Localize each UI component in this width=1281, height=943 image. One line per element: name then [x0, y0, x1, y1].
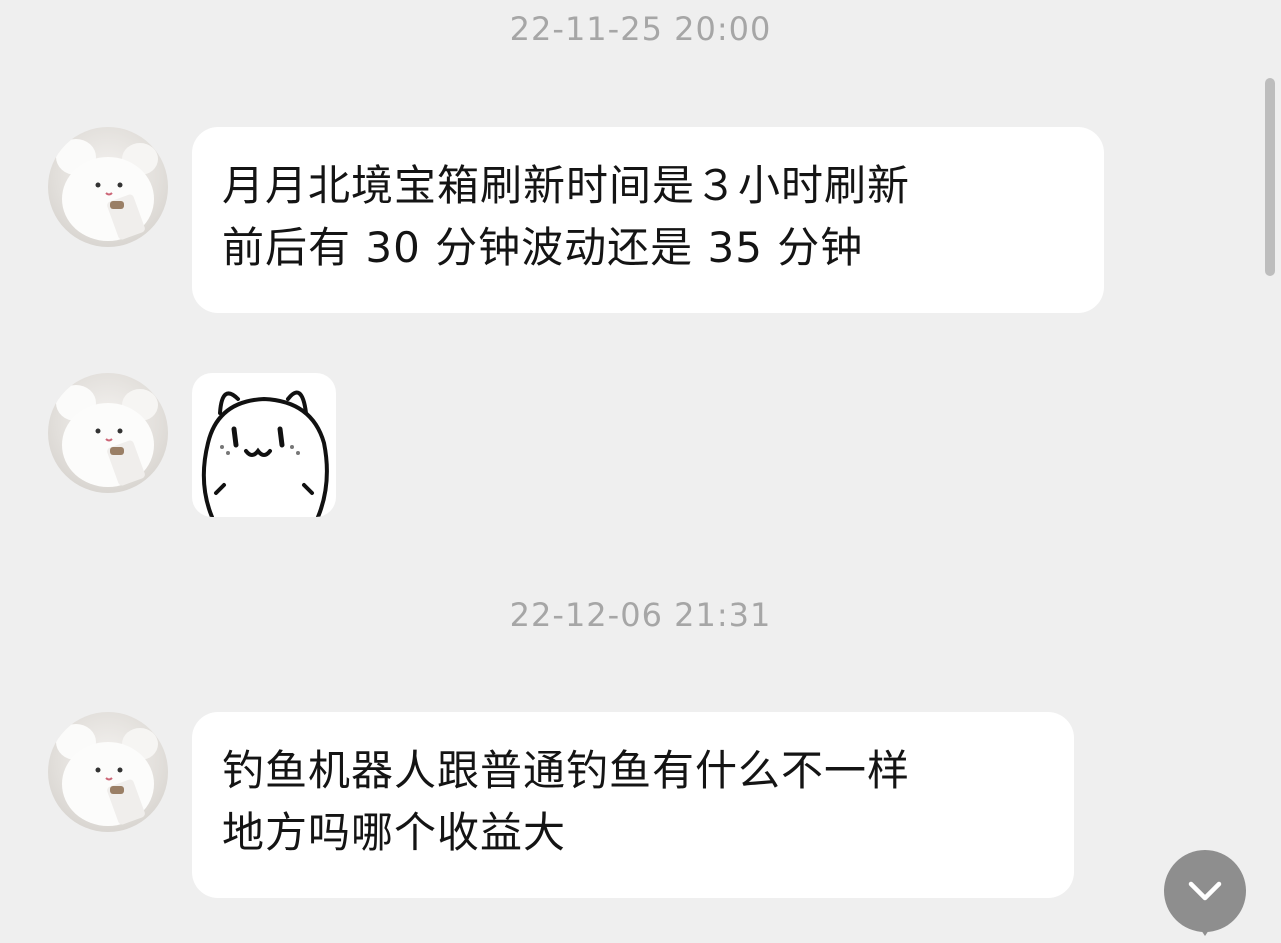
avatar[interactable] — [48, 373, 168, 493]
plush-bunny-avatar-icon — [56, 139, 158, 241]
scroll-to-bottom-button[interactable] — [1164, 850, 1246, 936]
button-tail — [1197, 924, 1213, 936]
timestamp: 22-12-06 21:31 — [509, 596, 772, 634]
plush-bunny-avatar-icon — [56, 385, 158, 487]
timestamp: 22-11-25 20:00 — [509, 10, 772, 48]
message-line: 月月北境宝箱刷新时间是３小时刷新 — [222, 161, 911, 210]
sticker-message[interactable] — [192, 373, 336, 517]
message-line: 地方吗哪个收益大 — [222, 808, 567, 857]
plush-bunny-avatar-icon — [56, 724, 158, 826]
scrollbar[interactable] — [1265, 78, 1275, 276]
message-bubble[interactable]: 月月北境宝箱刷新时间是３小时刷新 前后有 30 分钟波动还是 35 分钟 — [192, 127, 1104, 313]
message-line: 前后有 30 分钟波动还是 35 分钟 — [222, 223, 864, 272]
chevron-down-icon — [1188, 881, 1222, 901]
message-line: 钓鱼机器人跟普通钓鱼有什么不一样 — [222, 746, 911, 795]
avatar[interactable] — [48, 712, 168, 832]
avatar[interactable] — [48, 127, 168, 247]
message-bubble[interactable]: 钓鱼机器人跟普通钓鱼有什么不一样 地方吗哪个收益大 — [192, 712, 1074, 898]
bear-face-sticker-icon — [201, 390, 329, 517]
